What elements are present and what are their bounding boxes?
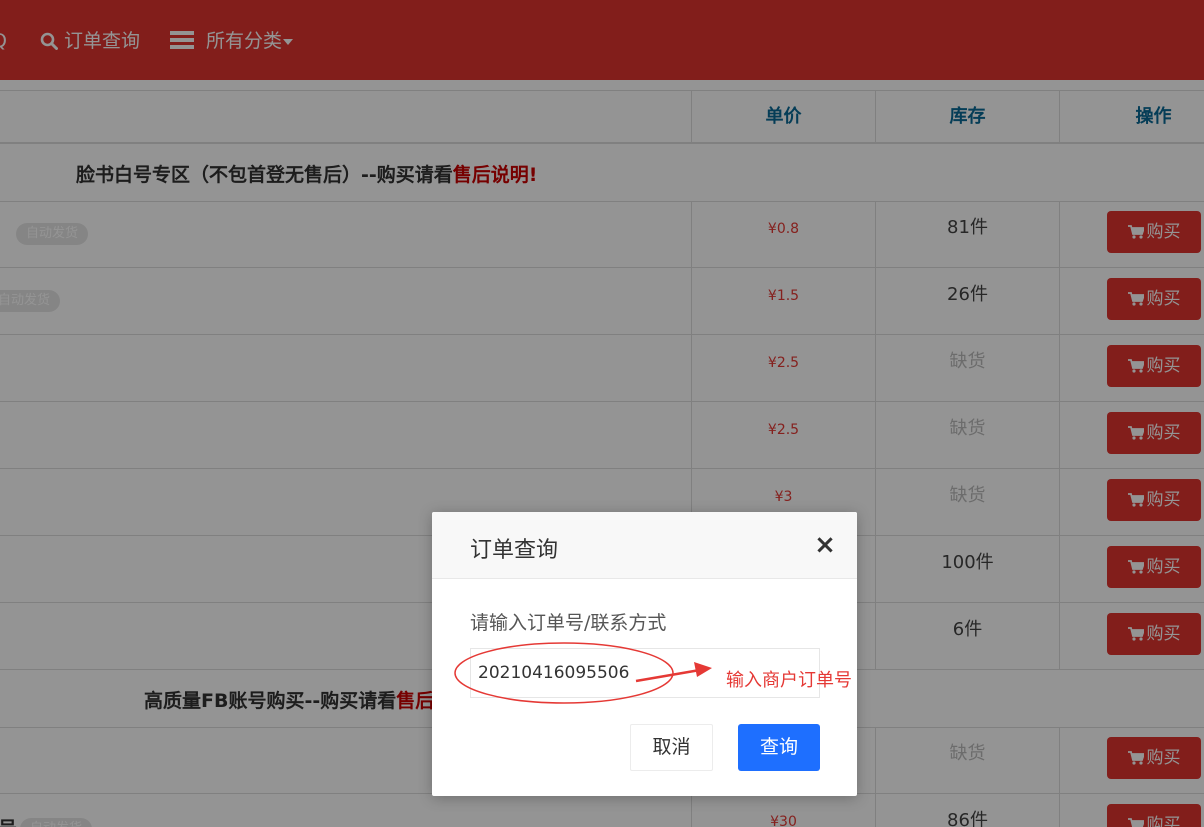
order-query-label: 请输入订单号/联系方式 <box>470 612 667 634</box>
dialog-header: 订单查询 × <box>432 512 857 579</box>
dialog-title: 订单查询 <box>470 538 559 563</box>
cancel-button[interactable]: 取消 <box>630 724 713 771</box>
annotation-label: 输入商户订单号 <box>726 670 852 691</box>
query-button[interactable]: 查询 <box>738 724 820 771</box>
order-query-dialog: 订单查询 × 请输入订单号/联系方式 取消 查询 <box>432 512 857 796</box>
close-icon[interactable]: × <box>810 532 840 562</box>
